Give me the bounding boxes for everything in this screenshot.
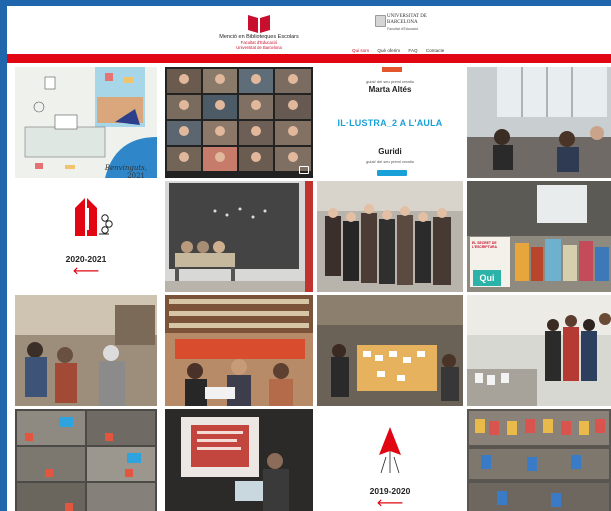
collage-photo-tile[interactable] bbox=[15, 409, 157, 511]
site-name[interactable]: Menció en Biblioteques Escolars Facultat… bbox=[203, 34, 315, 50]
video-call-photo bbox=[165, 67, 313, 178]
book-stand-photo bbox=[467, 409, 611, 511]
illustra-poster: guiat/ del seu premi creatiu Marta Altés… bbox=[317, 67, 463, 178]
page-frame: Menció en Biblioteques Escolars Facultat… bbox=[7, 6, 611, 511]
site-header: Menció en Biblioteques Escolars Facultat… bbox=[7, 6, 611, 54]
camera-icon bbox=[299, 166, 309, 174]
poster-badge bbox=[382, 67, 402, 72]
group-photo-tile-1[interactable] bbox=[317, 181, 463, 292]
library-photo-1 bbox=[165, 295, 313, 406]
nav-item-faq[interactable]: FAQ bbox=[408, 48, 417, 53]
faculty-line-2: Universitat de Barcelona bbox=[236, 45, 282, 50]
video-call-tile[interactable] bbox=[165, 67, 313, 178]
header-red-bar bbox=[7, 54, 611, 63]
book-logo-icon[interactable] bbox=[246, 12, 272, 34]
arrow-left-icon[interactable]: 🡐 bbox=[15, 265, 157, 277]
year-2019-2020-tile[interactable]: 2019-2020 🡐 bbox=[317, 409, 463, 511]
pencil-logo-icon bbox=[379, 427, 401, 473]
ub-faculty: Facultat d'Educació bbox=[387, 27, 419, 31]
ub-name-line-2: BARCELONA bbox=[387, 20, 418, 25]
library-photo-tile-1[interactable] bbox=[165, 295, 313, 406]
year-2020-2021-label: 2020-2021 bbox=[65, 254, 107, 264]
welcome-text: Benvinguts, bbox=[104, 164, 147, 172]
board-photo-tile[interactable] bbox=[165, 181, 313, 292]
main-nav: Qui som Què oferim FAQ Contacte bbox=[352, 48, 451, 53]
year-2020-2021-tile[interactable]: 2020-2021 🡐 bbox=[15, 181, 157, 292]
talk-photo bbox=[15, 295, 157, 406]
collage-photo bbox=[15, 409, 157, 511]
group-photo-1 bbox=[317, 181, 463, 292]
poster-title: IL·LUSTRA_2 A L'AULA bbox=[337, 118, 443, 128]
nav-item-qui-som[interactable]: Qui som bbox=[352, 48, 369, 53]
poster-subtitle-1: guiat/ del seu premi creatiu bbox=[365, 79, 415, 84]
poster-subtitle-2: guiat/ del seu premi creatiu bbox=[365, 159, 415, 164]
arrow-left-icon[interactable]: 🡐 bbox=[317, 497, 463, 509]
talk-photo-tile[interactable] bbox=[15, 295, 157, 406]
library-photo-tile-2[interactable] bbox=[317, 295, 463, 406]
classroom-photo-1 bbox=[467, 67, 611, 178]
poster-tile[interactable]: guiat/ del seu premi creatiu Marta Altés… bbox=[317, 67, 463, 178]
poster-name-2: Guridi bbox=[378, 147, 402, 156]
classroom-photo-tile-1[interactable] bbox=[467, 67, 611, 178]
nav-item-que-oferim[interactable]: Què oferim bbox=[377, 48, 400, 53]
book-display-tile[interactable]: EL SECRET DE L'ESCRIPTURA Qui bbox=[467, 181, 611, 292]
poster-name-1: Marta Altés bbox=[368, 85, 412, 94]
book-cover-text: EL SECRET DE L'ESCRIPTURA bbox=[472, 241, 497, 249]
welcome-year: 2021 bbox=[127, 172, 145, 178]
books-logo-icon bbox=[75, 198, 113, 236]
presentation-photo-tile[interactable] bbox=[165, 409, 313, 511]
book-stand-photo-tile[interactable] bbox=[467, 409, 611, 511]
group-photo-tile-2[interactable] bbox=[467, 295, 611, 406]
library-photo-2 bbox=[317, 295, 463, 406]
qui-book-cover: Qui bbox=[473, 270, 501, 286]
university-seal-icon bbox=[375, 15, 386, 27]
year-2019-2020-label: 2019-2020 bbox=[369, 486, 411, 496]
poster-button bbox=[377, 170, 407, 176]
welcome-illustration bbox=[15, 67, 157, 178]
board-photo bbox=[165, 181, 313, 292]
group-photo-2 bbox=[467, 295, 611, 406]
welcome-illustration-tile[interactable]: Benvinguts, 2021 bbox=[15, 67, 157, 178]
presentation-photo bbox=[165, 409, 313, 511]
nav-item-contacte[interactable]: Contacte bbox=[426, 48, 444, 53]
